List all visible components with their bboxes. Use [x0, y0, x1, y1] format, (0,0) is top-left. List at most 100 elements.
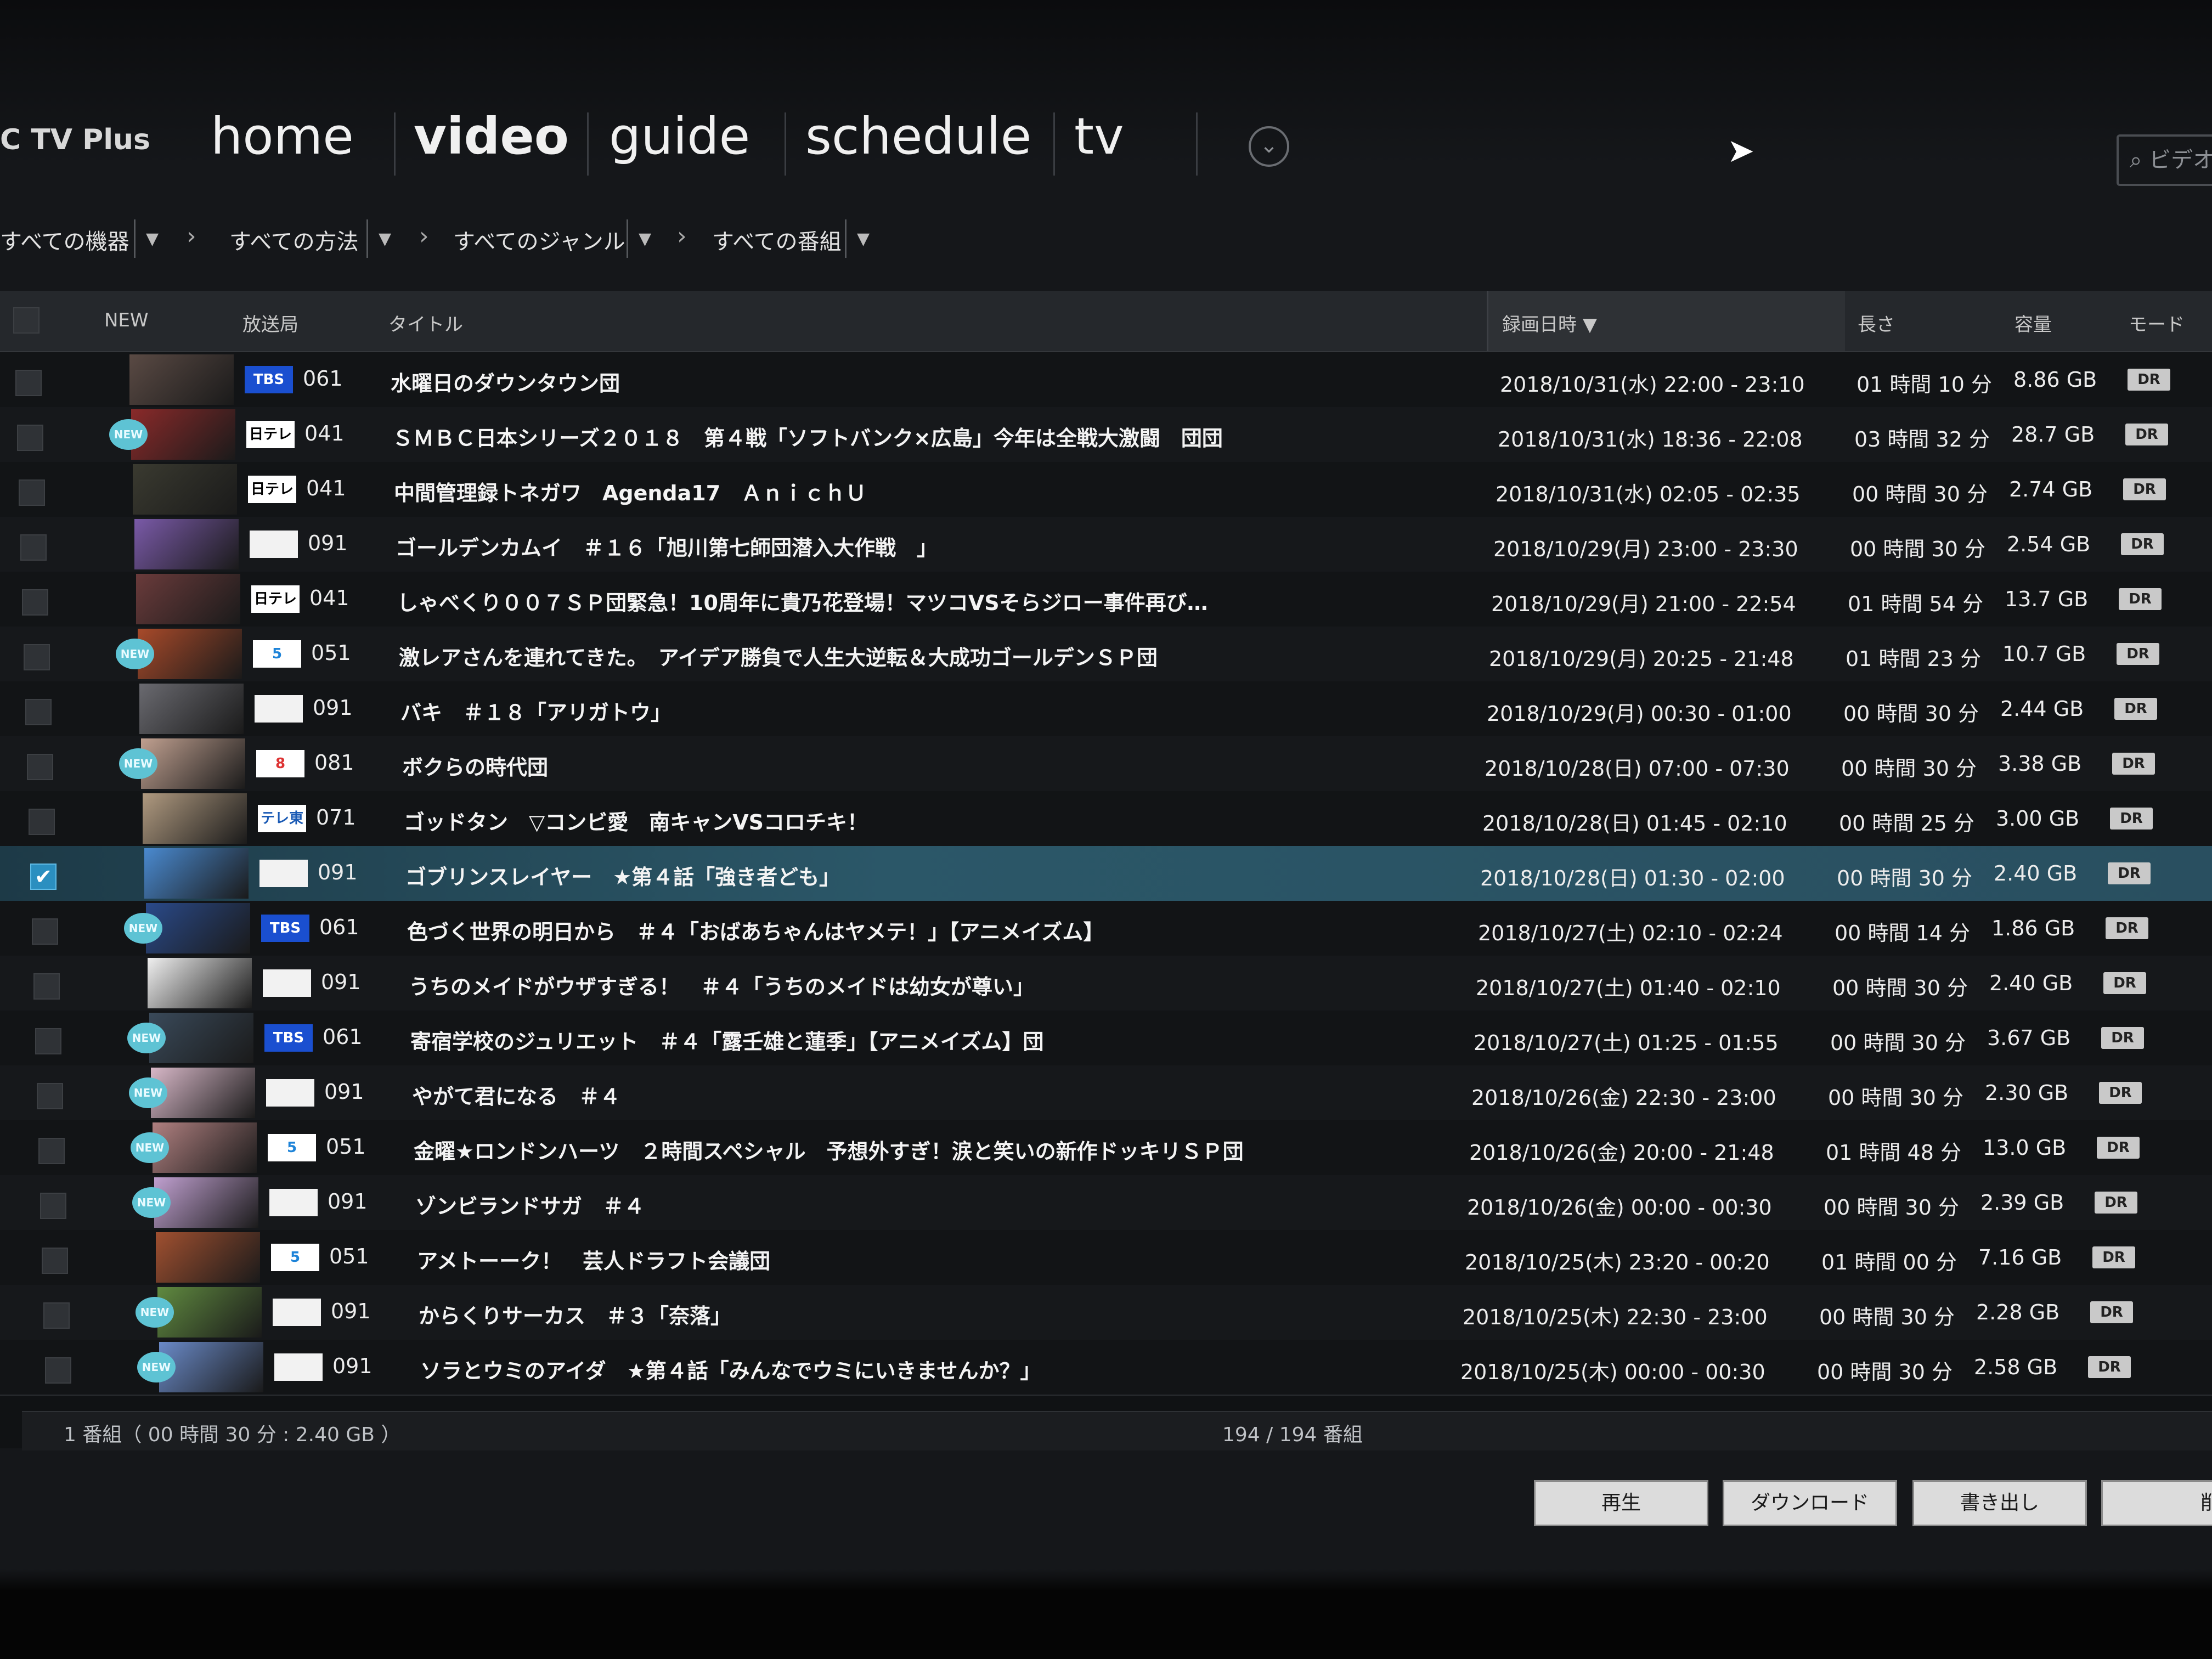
row-checkbox[interactable]	[19, 479, 45, 506]
program-title: ＳＭＢＣ日本シリーズ２０１８ 第４戦「ソフトバンク×広島」今年は全戦大激闘 団団	[392, 426, 1223, 450]
record-datetime: 2018/10/25(木) 22:30 - 23:00	[1463, 1305, 1768, 1329]
table-row[interactable]: NEW 5 051 金曜★ロンドンハーツ ２時間スペシャル 予想外すぎ！涙と笑いの新作…	[0, 1120, 2212, 1176]
filter-program[interactable]: すべての番組	[712, 224, 842, 256]
chevron-down-circle-icon[interactable]: ⌄	[1249, 126, 1289, 167]
record-mode-badge: DR	[2099, 1082, 2142, 1104]
table-row[interactable]: NEW 日テレ 041 ＳＭＢＣ日本シリーズ２０１８ 第４戦「ソフトバンク×広島」今年…	[0, 407, 2212, 463]
record-mode-badge: DR	[2095, 1192, 2137, 1214]
program-size: 3.67 GB	[1987, 1026, 2071, 1050]
header-length[interactable]: 長さ	[1858, 309, 1895, 336]
select-all-checkbox[interactable]	[13, 307, 40, 334]
download-button[interactable]: ダウンロード	[1723, 1480, 1897, 1526]
program-title: 激レアさんを連れてきた。 アイデア勝負で人生大逆転＆大成功ゴールデンＳＰ団	[399, 646, 1158, 670]
table-row[interactable]: NEW TBS 061 色づく世界の明日から ＃４「おばあちゃんはヤメテ！」【アニメイ…	[0, 901, 2212, 957]
program-length: 00 時間 30 分	[1837, 866, 1972, 890]
row-checkbox[interactable]	[45, 1357, 71, 1384]
nav-home[interactable]: home	[211, 107, 354, 166]
program-length: 00 時間 30 分	[1841, 757, 1977, 781]
search-input[interactable]: ⌕ ビデオ	[2117, 134, 2212, 186]
program-title: 中間管理録トネガワ Agenda17 ＡｎｉｃｈＵ	[394, 481, 867, 505]
record-mode-badge: DR	[2117, 643, 2159, 665]
nav-video[interactable]: video	[414, 107, 569, 166]
header-title[interactable]: タイトル	[388, 309, 463, 336]
row-checkbox[interactable]	[15, 370, 42, 396]
channel-number: 091	[328, 1189, 368, 1214]
delete-button[interactable]: 削除	[2101, 1480, 2212, 1526]
recordings-table: NEW 放送局 タイトル 録画日時 ▼ 長さ 容量 モード TBS 061 水曜日の…	[0, 291, 2212, 1448]
row-checkbox[interactable]	[32, 918, 58, 945]
nav-guide[interactable]: guide	[609, 107, 750, 166]
row-checkbox[interactable]	[17, 425, 43, 451]
row-checkbox[interactable]	[42, 1248, 68, 1274]
dropdown-caret-icon[interactable]: ▼	[639, 229, 651, 249]
row-checkbox[interactable]	[24, 644, 50, 670]
table-row[interactable]: ✔ 091 ゴブリンスレイヤー ★第４話「強き者ども」 2018/10/28(日) 0…	[0, 846, 2212, 902]
row-checkbox[interactable]	[29, 809, 55, 835]
row-checkbox[interactable]	[40, 1193, 66, 1219]
dropdown-caret-icon[interactable]: ▼	[146, 229, 159, 249]
table-row[interactable]: 日テレ 041 中間管理録トネガワ Agenda17 ＡｎｉｃｈＵ 2018/10/3…	[0, 462, 2212, 518]
dropdown-caret-icon[interactable]: ▼	[857, 229, 870, 249]
station-logo	[266, 1079, 314, 1107]
nav-schedule[interactable]: schedule	[805, 107, 1031, 166]
table-row[interactable]: NEW 091 やがて君になる ＃４ 2018/10/26(金) 22:30 - 23…	[0, 1065, 2212, 1121]
program-size: 7.16 GB	[1978, 1245, 2062, 1269]
channel-number: 061	[323, 1025, 363, 1049]
table-row[interactable]: NEW TBS 061 寄宿学校のジュリエット ＃４「露壬雄と蓮季」【アニメイズム】団…	[0, 1011, 2212, 1066]
row-checkbox[interactable]	[20, 534, 47, 561]
record-datetime: 2018/10/29(月) 00:30 - 01:00	[1487, 702, 1792, 726]
header-mode[interactable]: モード	[2129, 309, 2185, 336]
table-row[interactable]: 091 ゴールデンカムイ ＃１６「旭川第七師団潜入大作戦 」 2018/10/29(…	[0, 517, 2212, 573]
nav-tv[interactable]: tv	[1074, 107, 1124, 166]
program-length: 00 時間 30 分	[1830, 1031, 1966, 1055]
record-mode-badge: DR	[2110, 808, 2153, 830]
table-row[interactable]: NEW 5 051 激レアさんを連れてきた。 アイデア勝負で人生大逆転＆大成功ゴールデ…	[0, 627, 2212, 682]
row-checkbox[interactable]	[25, 699, 52, 725]
table-row[interactable]: NEW 091 ソラとウミのアイダ ★第４話「みんなでウミにいきませんか？」 2018…	[0, 1340, 2212, 1396]
table-row[interactable]: NEW 8 081 ボクらの時代団 2018/10/28(日) 07:00 - 07:3…	[0, 736, 2212, 792]
row-checkbox[interactable]	[27, 754, 53, 780]
table-row[interactable]: TBS 061 水曜日のダウンタウン団 2018/10/31(水) 22:00 - 2…	[0, 352, 2212, 408]
header-station[interactable]: 放送局	[242, 309, 298, 336]
dropdown-caret-icon[interactable]: ▼	[379, 229, 391, 249]
table-row[interactable]: NEW 091 ゾンビランドサガ ＃４ 2018/10/26(金) 00:00 - 0…	[0, 1175, 2212, 1231]
row-checkbox[interactable]: ✔	[30, 864, 57, 890]
header-date[interactable]: 録画日時 ▼	[1502, 309, 1597, 336]
channel-number: 061	[303, 366, 343, 391]
row-checkbox[interactable]	[35, 1028, 61, 1054]
export-button[interactable]: 書き出し	[1912, 1480, 2087, 1526]
record-datetime: 2018/10/27(土) 01:40 - 02:10	[1476, 976, 1781, 1000]
table-row[interactable]: テレ東 071 ゴッドタン ▽コンビ愛 南キャンVSコロチキ！ 2018/10/28(…	[0, 791, 2212, 847]
table-row[interactable]: 5 051 アメトーーク！ 芸人ドラフト会議団 2018/10/25(木) 23:20…	[0, 1230, 2212, 1286]
channel-number: 091	[318, 860, 358, 884]
table-row[interactable]: 日テレ 041 しゃべくり００７ＳＰ団緊急！10周年に貴乃花登場！マツコVSそらジロ…	[0, 572, 2212, 628]
row-checkbox[interactable]	[37, 1083, 63, 1109]
channel-number: 041	[304, 421, 345, 445]
header-new[interactable]: NEW	[104, 309, 149, 331]
row-checkbox[interactable]	[33, 973, 60, 1000]
filter-genre[interactable]: すべてのジャンル	[453, 224, 625, 256]
station-logo: テレ東	[258, 805, 306, 832]
row-checkbox[interactable]	[43, 1302, 70, 1329]
program-length: 01 時間 54 分	[1848, 592, 1983, 616]
channel-number: 081	[314, 751, 354, 775]
station-logo: 日テレ	[246, 421, 295, 448]
row-checkbox[interactable]	[38, 1138, 65, 1164]
filter-method[interactable]: すべての方法	[229, 224, 359, 256]
program-size: 3.00 GB	[1996, 806, 2080, 831]
program-length: 01 時間 10 分	[1857, 373, 1992, 397]
play-button[interactable]: 再生	[1534, 1480, 1708, 1526]
table-row[interactable]: NEW 091 からくりサーカス ＃３「奈落」 2018/10/25(木) 22:30…	[0, 1285, 2212, 1341]
program-length: 01 時間 00 分	[1821, 1250, 1957, 1274]
header-size[interactable]: 容量	[2015, 309, 2052, 336]
row-checkbox[interactable]	[22, 589, 48, 616]
station-logo	[255, 695, 303, 723]
table-row[interactable]: 091 うちのメイドがウザすぎる！ ＃４「うちのメイドは幼女が尊い」 2018/10…	[0, 956, 2212, 1012]
table-row[interactable]: 091 バキ ＃１８「アリガトウ」 2018/10/29(月) 00:30 - 01…	[0, 681, 2212, 737]
station-logo	[259, 860, 308, 887]
filter-device[interactable]: すべての機器	[0, 224, 129, 256]
program-length: 00 時間 30 分	[1824, 1195, 1959, 1220]
program-title: バキ ＃１８「アリガトウ」	[400, 701, 672, 725]
station-logo: 5	[271, 1244, 319, 1271]
new-badge: NEW	[132, 1187, 171, 1218]
